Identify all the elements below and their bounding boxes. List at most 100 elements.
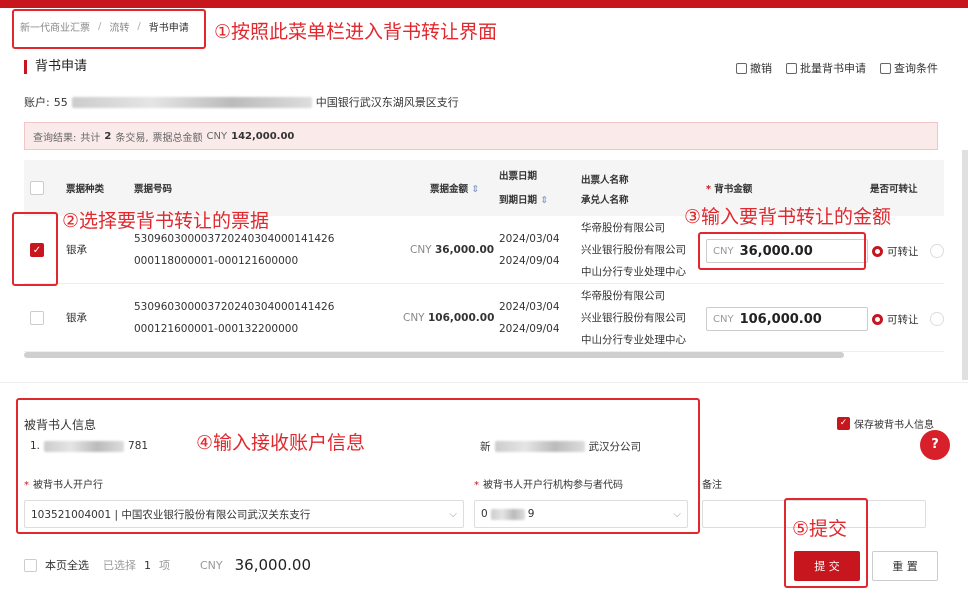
checkbox-checked-icon: ✓ [837, 417, 850, 430]
annotation-step3: ③输入要背书转让的金额 [684, 206, 892, 228]
annotation-step2: ②选择要背书转让的票据 [62, 210, 270, 232]
horizontal-scrollbar[interactable] [24, 352, 844, 358]
endorsee-code-value: 0 9 [481, 508, 534, 520]
revoke-button[interactable]: 撤销 [736, 60, 772, 76]
required-icon: * [706, 184, 711, 195]
table-row[interactable]: 银承 530960300003720240304000141426 000121… [24, 284, 944, 352]
endorsee-name-field[interactable]: 新 武汉分公司 [474, 432, 688, 460]
endorsee-section-title: 被背书人信息 [24, 418, 97, 432]
query-result-currency: CNY [206, 130, 228, 142]
help-button[interactable]: ? [920, 430, 950, 460]
col-bill-no: 票据号码 [134, 184, 173, 195]
radio-option[interactable] [930, 244, 944, 258]
row-checkbox[interactable] [30, 311, 44, 325]
drawer-name: 华帝股份有限公司 [581, 222, 665, 234]
batch-endorse-button[interactable]: 批量背书申请 [786, 60, 866, 76]
currency-label: CNY [410, 244, 432, 256]
select-all-checkbox[interactable] [30, 181, 44, 195]
endorse-amount-value: 106,000.00 [739, 311, 822, 327]
radio-selected-icon [872, 314, 883, 325]
col-type: 票据种类 [66, 184, 105, 195]
endorsee-account-prefix: 1. [30, 440, 41, 452]
toolbar-actions: 撤销 批量背书申请 查询条件 [736, 60, 938, 76]
query-result-total: 142,000.00 [231, 130, 295, 142]
bill-no: 530960300003720240304000141426 [134, 301, 335, 313]
select-all-label: 本页全选 [45, 559, 89, 572]
acceptor-name: 兴业银行股份有限公司 [581, 312, 686, 324]
query-conditions-label: 查询条件 [894, 62, 938, 75]
redacted-block [490, 508, 525, 520]
footer-total: 36,000.00 [234, 556, 311, 574]
account-info: 账户: 55 中国银行武汉东湖风景区支行 [24, 94, 459, 110]
save-endorsee-checkbox[interactable]: ✓ 保存被背书人信息 [837, 416, 934, 431]
redacted-block [494, 440, 585, 452]
currency-label: CNY [713, 245, 734, 257]
select-page-checkbox[interactable] [24, 558, 37, 572]
endorse-amount-input[interactable]: CNY 106,000.00 [706, 307, 868, 331]
row-checkbox[interactable]: ✓ [30, 243, 44, 257]
sort-icon: ⇕ [540, 195, 549, 206]
radio-selected-icon [872, 246, 883, 257]
query-result-label: 查询结果: [33, 132, 77, 144]
transferable-label: 可转让 [887, 246, 919, 258]
endorsee-code-select[interactable]: 0 9 ⌵ [474, 500, 688, 528]
col-endorse-amount: * 背书金额 [706, 181, 752, 195]
drawer-name: 华帝股份有限公司 [581, 290, 665, 302]
query-result-text: 共计 [80, 132, 101, 144]
bill-type: 银承 [66, 244, 87, 256]
col-endorse-amount-label: 背书金额 [714, 184, 753, 195]
divider [0, 382, 968, 383]
filter-icon [880, 62, 891, 74]
selected-label: 已选择 [103, 559, 136, 572]
bill-amount: CNY 106,000.00 [403, 307, 494, 329]
remark-label: 备注 [702, 480, 722, 491]
footer-currency: CNY [200, 558, 223, 572]
col-due-date-label: 到期日期 [499, 195, 538, 206]
endorse-amount-value: 36,000.00 [739, 243, 813, 259]
page-title: 背书申请 [24, 60, 87, 74]
col-transferable: 是否可转让 [870, 184, 918, 195]
col-issue-date: 出票日期 [499, 171, 538, 182]
account-label: 账户: [24, 96, 50, 109]
radio-option[interactable] [930, 312, 944, 326]
due-date: 2024/09/04 [499, 255, 560, 267]
col-drawer: 出票人名称 [581, 175, 629, 186]
required-icon: * [24, 480, 29, 491]
col-due-date[interactable]: 到期日期 ⇕ [499, 192, 548, 206]
endorsee-code-label-text: 被背书人开户行机构参与者代码 [483, 480, 623, 491]
endorse-amount-input[interactable]: CNY 36,000.00 [706, 239, 868, 263]
col-amount[interactable]: 票据金额 ⇕ [430, 181, 479, 195]
revoke-icon [736, 62, 747, 74]
transferable-radio[interactable]: 可转让 [872, 244, 919, 259]
endorsee-name-prefix: 新 [480, 440, 491, 453]
transferable-label: 可转让 [887, 314, 919, 326]
breadcrumb-item-current: 背书申请 [148, 22, 189, 34]
endorsee-code-label: * 被背书人开户行机构参与者代码 [474, 476, 623, 491]
layers-icon [786, 62, 797, 74]
query-result-bar: 查询结果: 共计 2 条交易, 票据总金额 CNY 142,000.00 [24, 122, 938, 150]
required-icon: * [474, 480, 479, 491]
query-conditions-button[interactable]: 查询条件 [880, 60, 938, 76]
top-brand-bar [0, 0, 968, 8]
submit-button[interactable]: 提 交 [794, 551, 860, 581]
issue-date: 2024/03/04 [499, 301, 560, 313]
breadcrumb-item-home[interactable]: 新一代商业汇票 [20, 19, 90, 34]
vertical-scrollbar[interactable] [962, 150, 968, 380]
reset-button[interactable]: 重 置 [872, 551, 938, 581]
annotation-step4: ④输入接收账户信息 [196, 432, 366, 454]
bill-sub-range: 000118000001-000121600000 [134, 255, 299, 267]
chevron-down-icon: ⌵ [673, 508, 681, 520]
endorsee-code-suffix: 9 [527, 508, 535, 520]
selected-count: 1 [144, 558, 151, 572]
amount-value: 106,000.00 [427, 312, 495, 324]
breadcrumb-item-flow[interactable]: 流转 [109, 19, 129, 34]
chevron-down-icon: ⌵ [449, 508, 457, 520]
save-endorsee-label: 保存被背书人信息 [854, 420, 934, 431]
breadcrumb: 新一代商业汇票 / 流转 / 背书申请 [20, 14, 189, 38]
account-bank: 中国银行武汉东湖风景区支行 [315, 96, 459, 109]
endorsee-account-suffix: 781 [128, 440, 149, 452]
transferable-radio[interactable]: 可转让 [872, 312, 919, 327]
bill-sub-range: 000121600001-000132200000 [134, 323, 299, 335]
query-result-text: 票据总金额 [152, 132, 203, 144]
endorsee-bank-select[interactable]: 103521004001 | 中国农业银行股份有限公司武汉关东支行 ⌵ [24, 500, 464, 528]
